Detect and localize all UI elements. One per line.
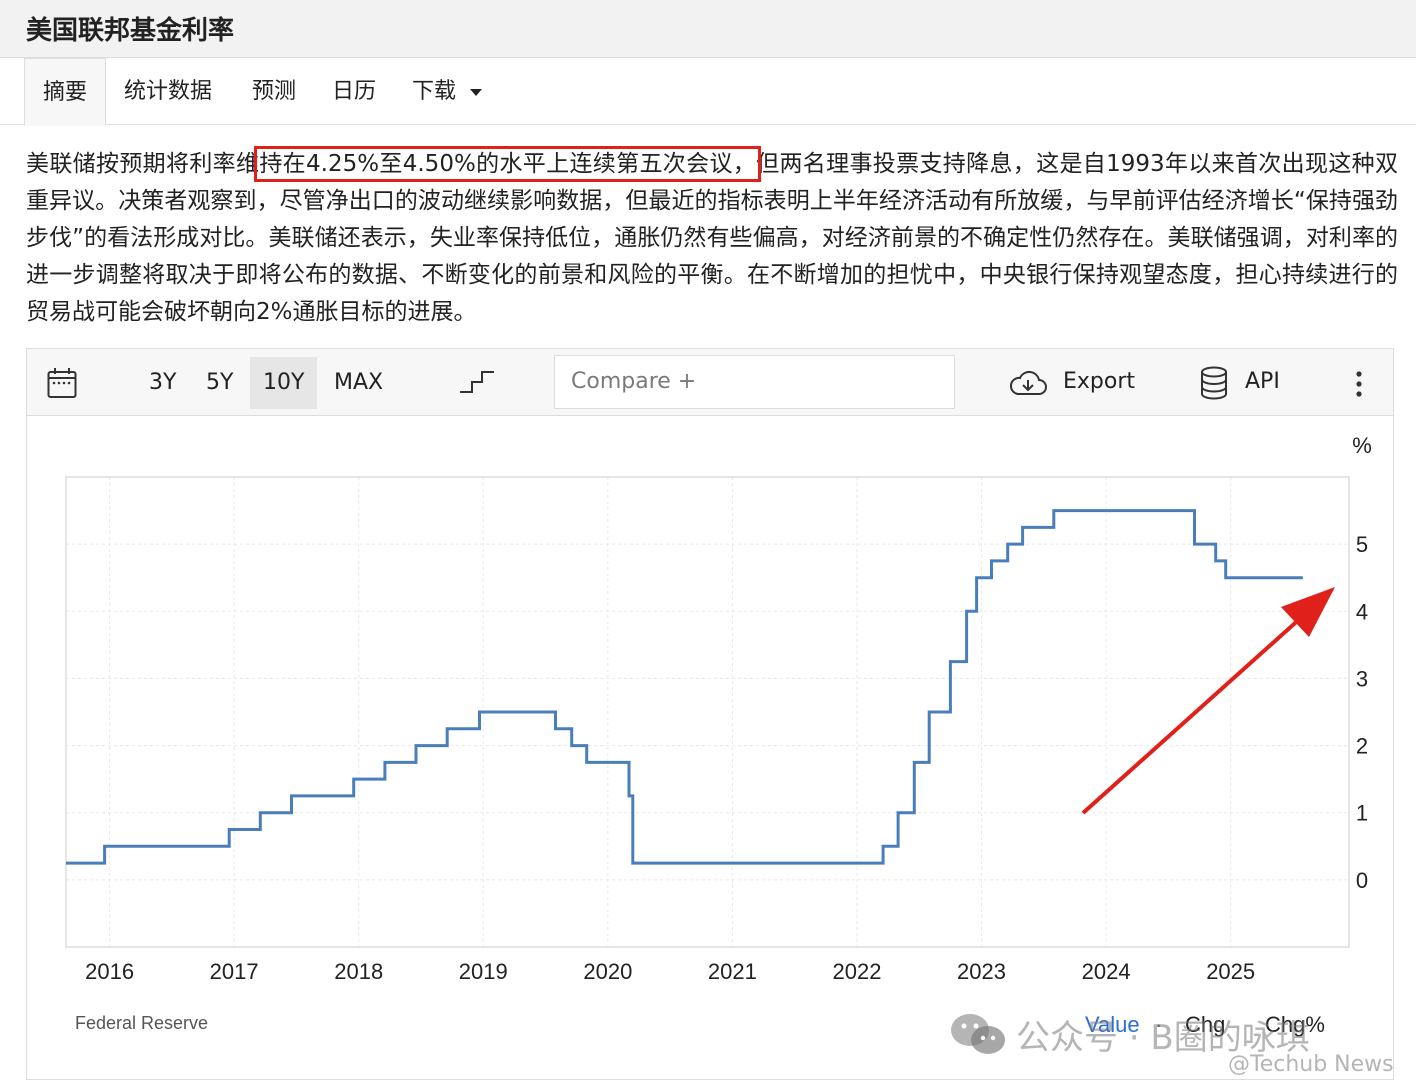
export-button[interactable]: Export (1063, 369, 1135, 394)
data-point (550, 723, 562, 735)
data-point (1002, 538, 1014, 550)
y-tick-label: 0 (1356, 868, 1368, 893)
data-point (99, 840, 111, 852)
x-tick-label: 2021 (708, 959, 757, 984)
chart-plot-area: 2016 2017 2018 2019 2020 2021 2022 2023 2024 2025… (60, 433, 1372, 1033)
plot-frame (65, 476, 1350, 948)
data-point (892, 807, 904, 819)
summary-text: 美联储按预期将利率维持在4.25%至4.50%的水平上连续第五次会议，但两名理事… (26, 146, 1398, 331)
wechat-icon (950, 1012, 1006, 1067)
tab-summary[interactable]: 摘要 (24, 58, 107, 126)
tab-bar: 摘要 统计数据 预测 日历 下载 (0, 58, 1416, 126)
tab-download[interactable]: 下载 (394, 58, 500, 126)
data-point (944, 656, 956, 668)
x-tick-label: 2018 (334, 959, 383, 984)
x-tick-label: 2017 (210, 959, 259, 984)
data-point (223, 824, 235, 836)
chart-panel: 3Y 5Y 10Y MAX Compare + Export API 2016 … (26, 348, 1394, 1080)
data-point (623, 790, 635, 802)
range-5y-button[interactable]: 5Y (193, 357, 246, 409)
vertical-dots-icon[interactable] (1355, 371, 1363, 403)
data-point (581, 756, 593, 768)
data-point (60, 857, 72, 869)
x-tick-label: 2023 (957, 959, 1006, 984)
tab-statistics[interactable]: 统计数据 (106, 58, 230, 126)
step-line-icon[interactable] (459, 371, 495, 399)
watermark-source: @Techub News (1228, 1052, 1394, 1077)
summary-highlighted: 持在4.25%至4.50%的水平上连续第五次会议， (254, 146, 762, 182)
data-point (923, 706, 935, 718)
x-tick-label: 2016 (85, 959, 134, 984)
red-arrow-annotation (1081, 587, 1335, 815)
database-icon[interactable] (1199, 366, 1229, 406)
tab-forecast[interactable]: 预测 (234, 58, 314, 126)
data-point (379, 756, 391, 768)
data-point (254, 807, 266, 819)
data-point (1017, 521, 1029, 533)
summary-part-2: 但两名理事投票支持降息，这是自1993年以来首次出现这种双重异议。决策者观察到，… (26, 151, 1398, 325)
data-point (1189, 538, 1201, 550)
chart-toolbar: 3Y 5Y 10Y MAX Compare + Export API (27, 349, 1393, 416)
chevron-down-icon (470, 88, 483, 96)
data-point (986, 555, 998, 567)
x-tick-label: 2025 (1206, 959, 1255, 984)
data-point (877, 840, 889, 852)
tab-calendar[interactable]: 日历 (314, 58, 394, 126)
data-point (1297, 572, 1309, 584)
page-header: 美国联邦基金利率 (0, 0, 1416, 58)
data-point (961, 605, 973, 617)
range-3y-button[interactable]: 3Y (136, 357, 189, 409)
data-point (971, 572, 983, 584)
data-point (1210, 555, 1222, 567)
y-tick-label: 1 (1356, 801, 1368, 826)
summary-part-1: 美联储按预期将利率维 (26, 151, 260, 177)
data-point (1048, 505, 1060, 517)
x-tick-label: 2019 (459, 959, 508, 984)
data-point (441, 723, 453, 735)
compare-input[interactable]: Compare + (554, 355, 955, 409)
calendar-icon[interactable] (47, 367, 77, 405)
data-point (627, 857, 639, 869)
series-line-0 (66, 509, 1303, 865)
data-point (908, 756, 920, 768)
chart-source: Federal Reserve (75, 1013, 208, 1033)
data-point (348, 773, 360, 785)
y-tick-label: 4 (1356, 599, 1368, 624)
data-point (566, 740, 578, 752)
y-tick-label: 3 (1356, 666, 1368, 691)
x-tick-label: 2022 (832, 959, 881, 984)
x-tick-label: 2020 (583, 959, 632, 984)
y-axis-unit: % (1352, 433, 1372, 458)
cloud-download-icon[interactable] (1008, 369, 1048, 403)
data-point (474, 706, 486, 718)
range-max-button[interactable]: MAX (321, 357, 396, 409)
data-point (410, 740, 422, 752)
data-point (285, 790, 297, 802)
api-button[interactable]: API (1245, 369, 1280, 394)
range-10y-button[interactable]: 10Y (250, 357, 318, 409)
y-tick-label: 2 (1356, 734, 1368, 759)
y-tick-label: 5 (1356, 532, 1368, 557)
page-title: 美国联邦基金利率 (26, 16, 235, 46)
x-tick-label: 2024 (1082, 959, 1131, 984)
data-point (1220, 572, 1232, 584)
